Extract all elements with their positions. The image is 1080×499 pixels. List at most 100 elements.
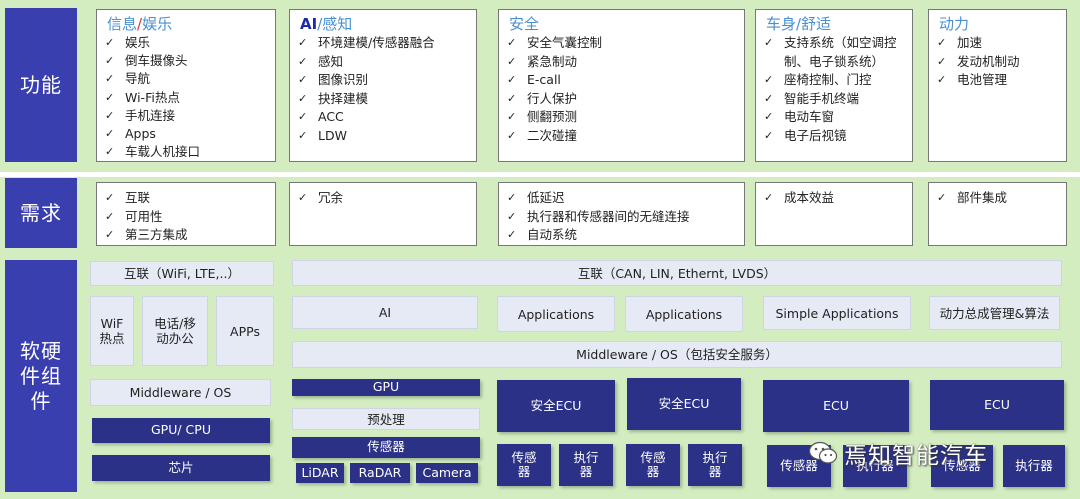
needs-row-label-text: 需求: [20, 200, 62, 225]
check-icon: ✓: [105, 54, 115, 68]
check-icon: ✓: [105, 209, 115, 223]
list-item: ✓ 侧翻预测: [507, 108, 602, 127]
list-item: ✓ 座椅控制、门控: [764, 71, 904, 90]
list-item: ✓ Apps: [105, 125, 200, 143]
list-item: ✓ 执行器和传感器间的无缝连接: [507, 208, 690, 227]
check-icon: ✓: [937, 191, 947, 204]
check-icon: ✓: [298, 36, 308, 49]
watermark-text: 焉知智能汽车: [844, 443, 988, 469]
list-item: ✓ 自动系统: [507, 226, 690, 245]
needs-card-powertrain: ✓ 部件集成: [928, 182, 1067, 246]
apps-box: APPs: [216, 296, 274, 366]
powertrain-management-box: 动力总成管理&算法: [929, 296, 1060, 330]
needs-row-label: 需求: [5, 178, 77, 248]
needs-card-safety: ✓ 低延迟 ✓ 执行器和传感器间的无缝连接 ✓ 自动系统: [498, 182, 745, 246]
check-icon: ✓: [937, 54, 947, 68]
list-item: ✓ 安全气囊控制: [507, 34, 602, 53]
function-list: ✓ 加速 ✓ 发动机制动 ✓ 电池管理: [937, 34, 1020, 90]
needs-list: ✓ 部件集成: [937, 189, 1007, 208]
list-item: ✓ 二次碰撞: [507, 127, 602, 146]
list-item: ✓ 电动车窗: [764, 108, 904, 127]
functions-row-label: 功能: [5, 8, 77, 162]
check-icon: ✓: [507, 191, 517, 204]
check-icon: ✓: [764, 91, 774, 105]
watermark: 焉知智能汽车: [808, 436, 988, 470]
check-icon: ✓: [937, 73, 947, 87]
function-list: ✓ 环境建模/传感器融合 ✓ 感知 ✓ 图像识别 ✓ 抉择建模 ✓ ACC ✓ LDW: [298, 34, 435, 146]
list-item: ✓ 感知: [298, 53, 435, 72]
middleware-os-box: Middleware / OS: [90, 379, 271, 406]
list-item: ✓ 发动机制动: [937, 53, 1020, 72]
list-item: ✓ 娱乐: [105, 34, 200, 52]
function-list: ✓ 娱乐 ✓ 倒车摄像头 ✓ 导航 ✓ Wi-Fi热点 ✓ 手机连接 ✓ Apps ✓ 车载人…: [105, 34, 200, 161]
function-card-title: AI/感知: [300, 13, 352, 34]
function-card-body-comfort: 车身/舒适 ✓ 支持系统（如空调控制、电子锁系统） ✓ 座椅控制、门控 ✓ 智能手机终…: [755, 9, 913, 162]
camera-box: Camera: [416, 463, 478, 483]
applications-box-2: Applications: [625, 296, 743, 332]
lidar-box: LiDAR: [296, 463, 344, 483]
needs-list: ✓ 冗余: [298, 189, 343, 208]
sensor-box-safety-2: 传感器: [626, 444, 680, 486]
chip-box: 芯片: [92, 455, 270, 481]
sensor-box: 传感器: [292, 437, 480, 458]
check-icon: ✓: [507, 73, 517, 87]
list-item: ✓ 环境建模/传感器融合: [298, 34, 435, 53]
list-item: ✓ 低延迟: [507, 189, 690, 208]
list-item: ✓ 加速: [937, 34, 1020, 53]
function-list: ✓ 安全气囊控制 ✓ 紧急制动 ✓ E-call ✓ 行人保护 ✓ 侧翻预测 ✓ 二次碰撞: [507, 34, 602, 146]
wifi-hotspot-box: WiF热点: [90, 296, 134, 366]
check-icon: ✓: [764, 110, 774, 124]
check-icon: ✓: [507, 128, 517, 142]
ecu-box-powertrain: ECU: [930, 380, 1064, 430]
check-icon: ✓: [105, 36, 115, 49]
check-icon: ✓: [105, 72, 115, 86]
list-item: ✓ 手机连接: [105, 107, 200, 125]
phone-office-box: 电话/移动办公: [142, 296, 208, 366]
check-icon: ✓: [105, 90, 115, 104]
check-icon: ✓: [507, 228, 517, 242]
middleware-os-safety-box: Middleware / OS（包括安全服务）: [292, 341, 1062, 368]
list-item: ✓ 第三方集成: [105, 226, 188, 245]
check-icon: ✓: [937, 36, 947, 49]
list-item: ✓ 紧急制动: [507, 53, 602, 72]
check-icon: ✓: [764, 191, 774, 204]
function-card-title: 车身/舒适: [766, 15, 832, 33]
list-item: ✓ E-call: [507, 71, 602, 90]
actuator-box-powertrain: 执行器: [1003, 445, 1065, 487]
functions-row-label-text: 功能: [20, 72, 62, 97]
function-card-ai-perception: AI/感知 ✓ 环境建模/传感器融合 ✓ 感知 ✓ 图像识别 ✓ 抉择建模 ✓ ACC ✓…: [289, 9, 477, 162]
function-card-title: 信息/娱乐: [107, 13, 172, 34]
list-item: ✓ 倒车摄像头: [105, 52, 200, 70]
list-item: ✓ 导航: [105, 70, 200, 88]
title-part: /感知: [317, 15, 353, 33]
list-item: ✓ 电子后视镜: [764, 127, 904, 146]
components-row-label-text: 软硬件组件: [20, 338, 62, 413]
list-item: ✓ 互联: [105, 189, 188, 208]
needs-card-body: ✓ 成本效益: [755, 182, 913, 246]
radar-box: RaDAR: [350, 463, 410, 483]
check-icon: ✓: [507, 36, 517, 49]
list-item: ✓ 行人保护: [507, 90, 602, 109]
check-icon: ✓: [298, 91, 308, 105]
title-part: AI: [300, 15, 318, 33]
function-card-safety: 安全 ✓ 安全气囊控制 ✓ 紧急制动 ✓ E-call ✓ 行人保护 ✓ 侧翻预测 ✓ 二次…: [498, 9, 745, 162]
preprocessing-box: 预处理: [292, 408, 480, 430]
ecu-box-body: ECU: [763, 380, 909, 432]
actuator-box-safety-1: 执行器: [559, 444, 613, 486]
function-list: ✓ 支持系统（如空调控制、电子锁系统） ✓ 座椅控制、门控 ✓ 智能手机终端 ✓ 电动车…: [764, 34, 904, 146]
needs-list: ✓ 互联 ✓ 可用性 ✓ 第三方集成: [105, 189, 188, 245]
wechat-icon: [808, 441, 838, 464]
function-card-title: 动力: [939, 15, 970, 33]
check-icon: ✓: [105, 191, 115, 204]
list-item: ✓ 智能手机终端: [764, 90, 904, 109]
function-card-title: 安全: [509, 15, 540, 33]
needs-list: ✓ 成本效益: [764, 189, 834, 208]
check-icon: ✓: [105, 145, 115, 159]
list-item: ✓ 成本效益: [764, 189, 834, 208]
gpu-cpu-box: GPU/ CPU: [92, 418, 270, 443]
check-icon: ✓: [298, 73, 308, 87]
needs-card-infotainment: ✓ 互联 ✓ 可用性 ✓ 第三方集成: [96, 182, 276, 246]
gpu-box: GPU: [292, 379, 480, 396]
check-icon: ✓: [298, 110, 308, 124]
check-icon: ✓: [105, 228, 115, 242]
